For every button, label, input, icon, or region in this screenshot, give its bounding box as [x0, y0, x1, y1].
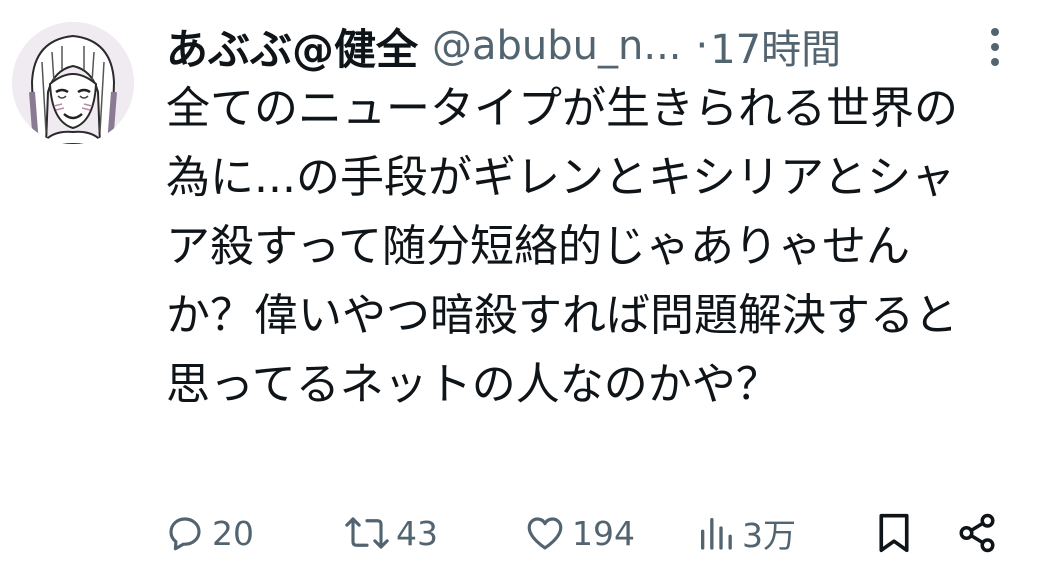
separator-dot: ·: [695, 23, 709, 69]
views-icon: [701, 518, 732, 550]
like-count: 194: [572, 513, 635, 553]
bookmark-button[interactable]: [874, 505, 914, 561]
tweet-text: 全てのニュータイプが生きられる世界の為に...の手段がギレンとキシリアとシャア殺…: [166, 83, 958, 410]
view-count: 3万: [742, 516, 796, 555]
avatar[interactable]: [12, 22, 134, 144]
action-bar: 20 43 194 3万: [0, 505, 1053, 561]
views-button[interactable]: 3万: [696, 505, 796, 561]
heart-icon: [527, 517, 563, 550]
display-name[interactable]: あぶぶ@健全: [166, 16, 418, 77]
tweet-header: あぶぶ@健全 @abubu_n... · 17時間: [166, 14, 841, 78]
reply-count: 20: [212, 513, 254, 553]
retweet-button[interactable]: 43: [344, 505, 438, 561]
like-button[interactable]: 194: [524, 505, 635, 561]
user-handle[interactable]: @abubu_n...: [432, 23, 682, 69]
reply-icon: [169, 517, 201, 551]
avatar-illustration: [12, 22, 134, 144]
share-button[interactable]: [956, 505, 998, 561]
more-options-button[interactable]: [980, 22, 1010, 72]
tweet-card[interactable]: あぶぶ@健全 @abubu_n... · 17時間 全てのニュータイプが生きられ…: [0, 0, 1053, 569]
share-icon: [959, 513, 995, 553]
reply-button[interactable]: 20: [164, 505, 254, 561]
retweet-icon: [345, 517, 389, 549]
timestamp[interactable]: 17時間: [710, 17, 841, 75]
more-vertical-icon: [991, 28, 999, 66]
retweet-count: 43: [396, 513, 438, 553]
bookmark-icon: [879, 513, 909, 553]
